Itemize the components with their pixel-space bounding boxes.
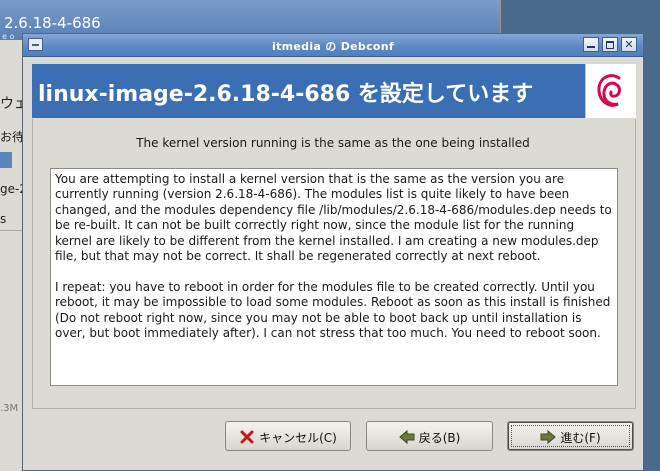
- forward-arrow-icon: [540, 430, 557, 444]
- description-paragraph: You are attempting to install a kernel v…: [55, 172, 612, 264]
- background-text-fragment: .3M: [0, 403, 19, 414]
- back-button[interactable]: 戻る(B): [366, 421, 493, 451]
- background-text-fragment: お待: [0, 130, 25, 144]
- background-selection: [0, 152, 12, 168]
- forward-button-label: 進む(F): [560, 431, 601, 445]
- close-icon[interactable]: ✕: [621, 37, 637, 52]
- cancel-button[interactable]: キャンセル(C): [225, 421, 351, 451]
- debconf-dialog: itmedia の Debconf ✕ linux-image-2.6.18-4…: [22, 33, 644, 471]
- background-divider: [0, 230, 22, 231]
- debian-logo: [585, 64, 636, 118]
- banner-title: linux-image-2.6.18-4-686 を設定しています: [38, 82, 534, 107]
- debian-swirl-icon: [597, 74, 621, 107]
- question-subtitle: The kernel version running is the same a…: [136, 136, 530, 150]
- maximize-icon[interactable]: [602, 37, 618, 52]
- back-button-label: 戻る(B): [418, 431, 461, 445]
- description-text: You are attempting to install a kernel v…: [50, 168, 618, 386]
- back-arrow-icon: [398, 430, 415, 444]
- cancel-x-icon: [240, 430, 254, 444]
- description-paragraph: I repeat: you have to reboot in order fo…: [55, 279, 611, 341]
- window-titlebar[interactable]: itmedia の Debconf ✕: [23, 34, 643, 57]
- minimize-icon[interactable]: [583, 37, 599, 52]
- window-title: itmedia の Debconf: [272, 40, 394, 53]
- forward-button[interactable]: 進む(F): [507, 421, 634, 451]
- background-window-subtitle: e o: [2, 32, 15, 41]
- cancel-button-label: キャンセル(C): [259, 431, 337, 445]
- background-window-title: 2.6.18-4-686: [4, 14, 101, 32]
- header-banner: linux-image-2.6.18-4-686 を設定しています: [32, 64, 636, 118]
- background-text-fragment: s: [0, 212, 7, 226]
